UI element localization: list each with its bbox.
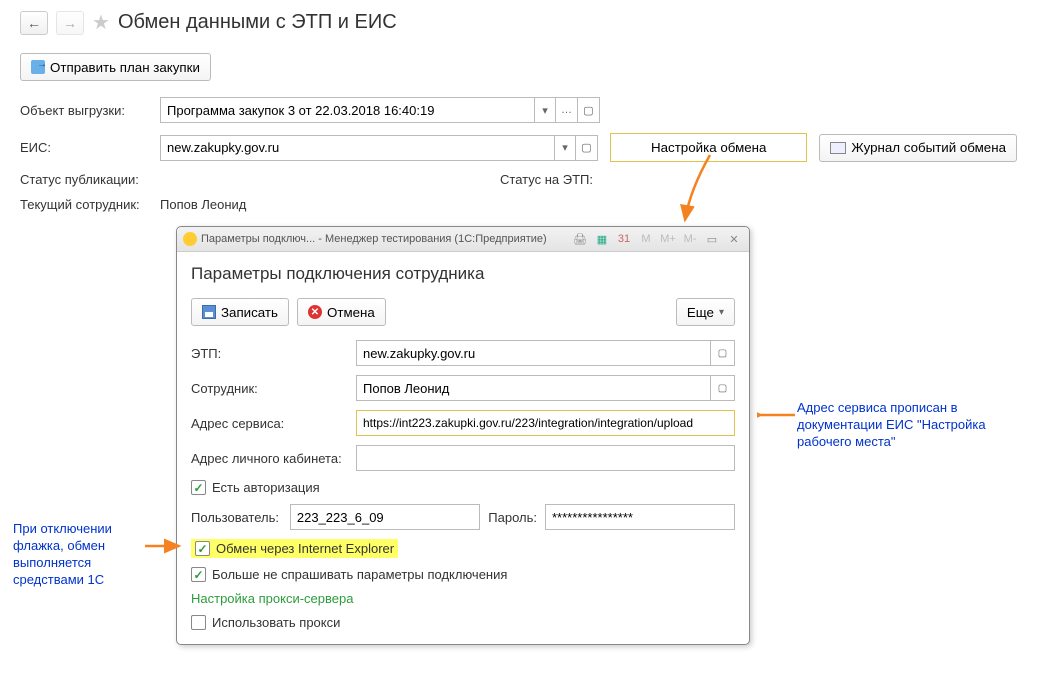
dlg-etp-input[interactable] xyxy=(357,346,710,361)
ie-exchange-label: Обмен через Internet Explorer xyxy=(216,541,394,556)
employee-label: Текущий сотрудник: xyxy=(20,197,160,212)
dont-ask-checkbox[interactable]: ✓ Больше не спрашивать параметры подключ… xyxy=(191,567,507,582)
dialog-heading: Параметры подключения сотрудника xyxy=(191,264,735,284)
dlg-pass-input[interactable] xyxy=(546,510,734,525)
has-auth-label: Есть авторизация xyxy=(212,480,320,495)
event-log-label: Журнал событий обмена xyxy=(851,140,1006,155)
chevron-down-icon: ▾ xyxy=(719,307,724,318)
send-icon xyxy=(31,60,45,74)
event-log-button[interactable]: Журнал событий обмена xyxy=(819,134,1017,162)
arrow-icon xyxy=(757,405,797,425)
dlg-user-field[interactable] xyxy=(290,504,480,530)
object-label: Объект выгрузки: xyxy=(20,103,160,118)
eis-open-button[interactable]: ▢ xyxy=(576,135,598,161)
annotation-right: Адрес сервиса прописан в документации ЕИ… xyxy=(797,400,1017,451)
dont-ask-label: Больше не спрашивать параметры подключен… xyxy=(212,567,507,582)
dlg-cabinet-input[interactable] xyxy=(357,451,734,466)
mem-mplus-button[interactable]: M+ xyxy=(659,231,677,247)
save-button[interactable]: Записать xyxy=(191,298,289,326)
dlg-pass-field[interactable] xyxy=(545,504,735,530)
check-icon: ✓ xyxy=(191,480,206,495)
calendar-icon[interactable]: 31 xyxy=(615,231,633,247)
disk-icon xyxy=(202,305,216,319)
more-button[interactable]: Еще ▾ xyxy=(676,298,735,326)
employee-value: Попов Леонид xyxy=(160,197,246,212)
object-open-button[interactable]: ▢ xyxy=(578,97,600,123)
dlg-service-input[interactable] xyxy=(357,416,734,430)
save-label: Записать xyxy=(221,305,278,320)
print-icon[interactable]: 🖨 xyxy=(571,231,589,247)
dlg-employee-open-icon[interactable]: ▢ xyxy=(710,376,734,400)
arrow-icon xyxy=(680,150,740,230)
eis-dropdown-icon[interactable]: ▾ xyxy=(554,135,576,161)
log-icon xyxy=(830,142,846,154)
object-input[interactable] xyxy=(160,97,534,123)
dlg-employee-field[interactable]: ▢ xyxy=(356,375,735,401)
page-title: Обмен данными с ЭТП и ЕИС xyxy=(118,11,397,34)
dlg-user-input[interactable] xyxy=(291,510,479,525)
annotation-left: При отключении флажка, обмен выполняется… xyxy=(13,521,153,589)
use-proxy-label: Использовать прокси xyxy=(212,615,340,630)
object-dropdown-icon[interactable]: ▾ xyxy=(534,97,556,123)
dialog-titlebar[interactable]: Параметры подключ... - Менеджер тестиров… xyxy=(177,227,749,252)
favorite-star-icon[interactable]: ★ xyxy=(92,10,110,35)
object-more-button[interactable]: … xyxy=(556,97,578,123)
close-icon[interactable]: ✕ xyxy=(725,231,743,247)
dlg-service-label: Адрес сервиса: xyxy=(191,416,356,431)
mem-m-button[interactable]: M xyxy=(637,231,655,247)
dlg-etp-label: ЭТП: xyxy=(191,346,356,361)
forward-button[interactable]: → xyxy=(56,11,84,35)
dlg-employee-input[interactable] xyxy=(357,381,710,396)
cancel-icon: ✕ xyxy=(308,305,322,319)
more-label: Еще xyxy=(687,305,714,320)
calc-icon[interactable]: ▦ xyxy=(593,231,611,247)
check-icon: ✓ xyxy=(195,541,210,556)
dlg-etp-field[interactable]: ▢ xyxy=(356,340,735,366)
window-control-icon[interactable]: ▭ xyxy=(703,231,721,247)
cancel-label: Отмена xyxy=(327,305,375,320)
dlg-employee-label: Сотрудник: xyxy=(191,381,356,396)
etp-status-label: Статус на ЭТП: xyxy=(500,172,593,187)
dlg-etp-open-icon[interactable]: ▢ xyxy=(710,341,734,365)
dlg-user-label: Пользователь: xyxy=(191,510,290,525)
back-button[interactable]: ← xyxy=(20,11,48,35)
check-icon: ✓ xyxy=(191,567,206,582)
cancel-button[interactable]: ✕ Отмена xyxy=(297,298,386,326)
use-proxy-checkbox[interactable]: ✓ Использовать прокси xyxy=(191,615,340,630)
has-auth-checkbox[interactable]: ✓ Есть авторизация xyxy=(191,480,320,495)
proxy-settings-link[interactable]: Настройка прокси-сервера xyxy=(191,591,353,606)
ie-exchange-checkbox[interactable]: ✓ Обмен через Internet Explorer xyxy=(195,541,394,556)
dialog-window-title: Параметры подключ... - Менеджер тестиров… xyxy=(201,233,547,245)
send-plan-button[interactable]: Отправить план закупки xyxy=(20,53,211,81)
mem-mminus-button[interactable]: M- xyxy=(681,231,699,247)
unchecked-icon: ✓ xyxy=(191,615,206,630)
pub-status-label: Статус публикации: xyxy=(20,172,160,187)
app-1c-icon xyxy=(183,232,197,246)
dlg-pass-label: Пароль: xyxy=(488,510,537,525)
dlg-cabinet-field[interactable] xyxy=(356,445,735,471)
arrow-icon xyxy=(143,536,183,556)
send-plan-label: Отправить план закупки xyxy=(50,60,200,75)
eis-input[interactable] xyxy=(160,135,554,161)
dlg-cabinet-label: Адрес личного кабинета: xyxy=(191,451,356,466)
eis-label: ЕИС: xyxy=(20,140,160,155)
dlg-service-field[interactable] xyxy=(356,410,735,436)
connection-params-dialog: Параметры подключ... - Менеджер тестиров… xyxy=(176,226,750,645)
